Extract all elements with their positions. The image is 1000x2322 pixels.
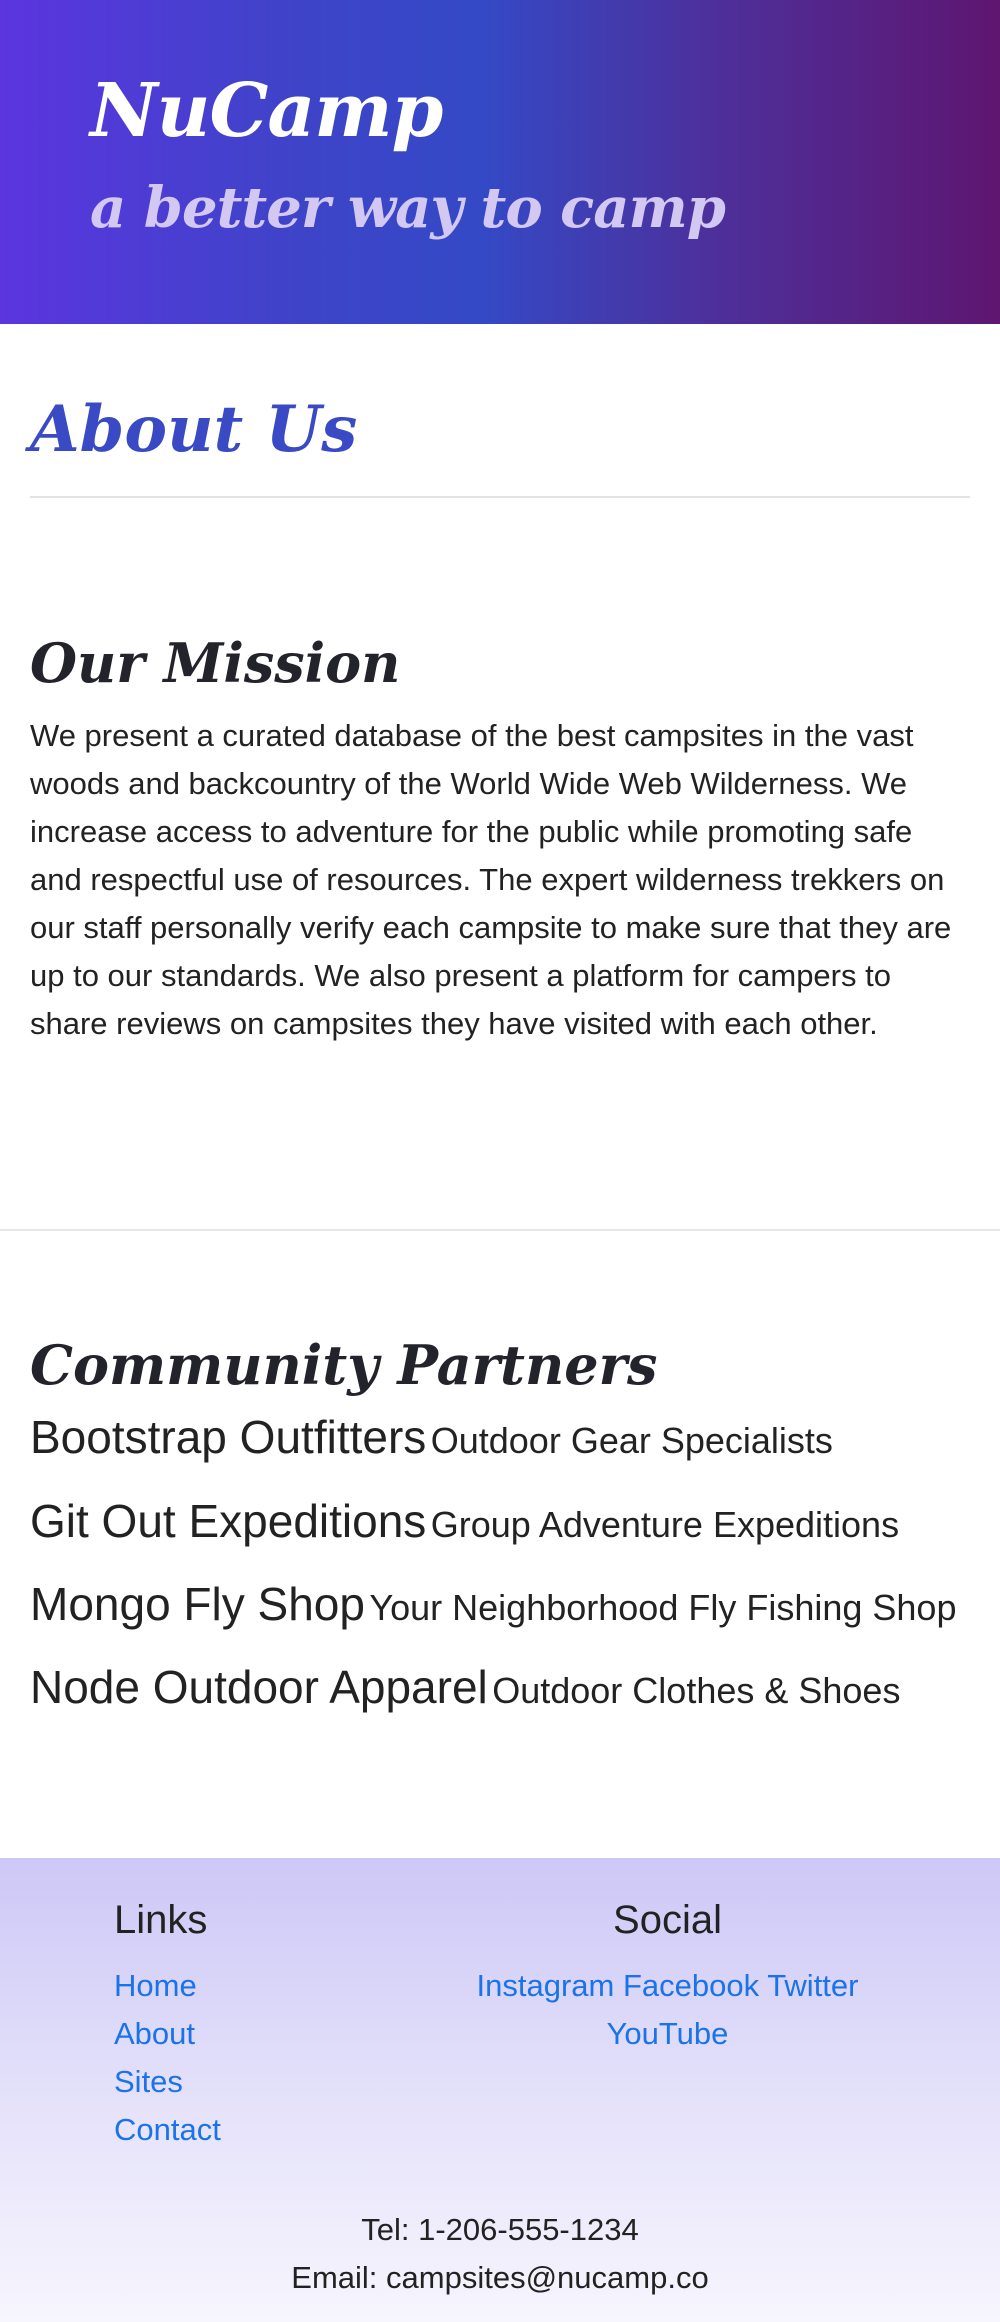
partner-description: Group Adventure Expeditions — [430, 1504, 900, 1545]
social-link-instagram[interactable]: Instagram — [477, 1968, 615, 2003]
footer-social-heading: Social — [613, 1898, 722, 1942]
footer-link-about[interactable]: About — [114, 2010, 221, 2058]
partner-name: Git Out Expeditions — [30, 1495, 427, 1547]
partner-item: Mongo Fly Shop Your Neighborhood Fly Fis… — [30, 1576, 980, 1644]
mission-heading: Our Mission — [30, 631, 401, 695]
partner-name: Bootstrap Outfitters — [30, 1411, 427, 1463]
partners-list: Bootstrap Outfitters Outdoor Gear Specia… — [30, 1408, 980, 1742]
partner-item: Bootstrap Outfitters Outdoor Gear Specia… — [30, 1408, 980, 1478]
footer-link-home[interactable]: Home — [114, 1962, 221, 2010]
partner-name: Node Outdoor Apparel — [30, 1661, 488, 1713]
social-links: Instagram Facebook Twitter YouTube — [430, 1962, 905, 2058]
partner-description: Outdoor Gear Specialists — [430, 1420, 833, 1461]
footer-links-column: Links Home About Sites Contact — [114, 1896, 221, 2154]
partner-description: Outdoor Clothes & Shoes — [492, 1670, 901, 1711]
footer-social-column: Social Instagram Facebook Twitter YouTub… — [430, 1896, 905, 2058]
section-divider — [0, 1229, 1000, 1231]
footer-links-heading: Links — [114, 1898, 208, 1942]
social-link-twitter[interactable]: Twitter — [767, 1968, 858, 2003]
title-divider — [30, 496, 970, 498]
footer-link-sites[interactable]: Sites — [114, 2058, 221, 2106]
site-footer: Links Home About Sites Contact Social In… — [0, 1858, 1000, 2322]
mission-text: We present a curated database of the bes… — [30, 718, 952, 1041]
footer-link-contact[interactable]: Contact — [114, 2106, 221, 2154]
social-link-youtube[interactable]: YouTube — [607, 2016, 729, 2051]
partner-name: Mongo Fly Shop — [30, 1578, 365, 1630]
partner-item: Git Out Expeditions Group Adventure Expe… — [30, 1492, 980, 1562]
social-link-facebook[interactable]: Facebook — [623, 1968, 759, 2003]
contact-info: Tel: 1-206-555-1234 Email: campsites@nuc… — [0, 2206, 1000, 2302]
contact-tel: Tel: 1-206-555-1234 — [361, 2212, 639, 2247]
partner-item: Node Outdoor Apparel Outdoor Clothes & S… — [30, 1658, 980, 1728]
contact-email: Email: campsites@nucamp.co — [291, 2260, 709, 2295]
partner-description: Your Neighborhood Fly Fishing Shop — [369, 1587, 957, 1628]
page-title: About Us — [30, 392, 358, 467]
partners-heading: Community Partners — [30, 1333, 658, 1397]
